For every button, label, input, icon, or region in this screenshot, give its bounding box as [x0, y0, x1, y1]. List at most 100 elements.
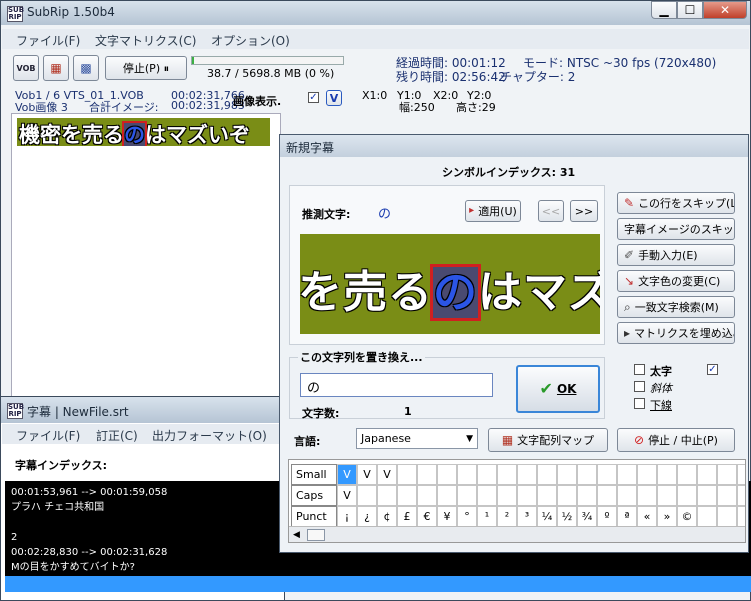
matrix-cell[interactable] — [397, 464, 417, 485]
matrix-cell[interactable] — [577, 464, 597, 485]
matrix-cell[interactable] — [377, 485, 397, 506]
matrix-cell[interactable]: ¢ — [377, 506, 397, 527]
maximize-button[interactable]: ☐ — [677, 1, 703, 19]
matrix-cell[interactable] — [697, 485, 717, 506]
matrix-cell[interactable] — [577, 485, 597, 506]
matrix-cell[interactable]: ª — [617, 506, 637, 527]
matrix-cell[interactable]: » — [657, 506, 677, 527]
menu-file[interactable]: ファイル(F) — [16, 32, 80, 49]
matrix-cell[interactable] — [557, 485, 577, 506]
matrix-cell[interactable] — [517, 464, 537, 485]
matrix-row-header[interactable]: Punct — [291, 506, 337, 527]
srt-menu-output-format[interactable]: 出力フォーマット(O) — [152, 427, 267, 444]
manual-input-button[interactable]: ✐ 手動入力(E) — [617, 244, 735, 266]
matrix-cell[interactable] — [697, 506, 717, 527]
matrix-cell[interactable] — [737, 485, 745, 506]
matrix-cell[interactable] — [677, 485, 697, 506]
matrix-cell[interactable] — [717, 485, 737, 506]
matrix-cell[interactable] — [557, 464, 577, 485]
matrix-cell[interactable]: V — [337, 464, 357, 485]
italic-checkbox[interactable] — [634, 381, 645, 392]
matrix-cell[interactable]: « — [637, 506, 657, 527]
matrix-cell[interactable]: º — [597, 506, 617, 527]
matrix-cell[interactable] — [717, 464, 737, 485]
scroll-left-icon[interactable]: ◀ — [293, 529, 300, 541]
subrip-titlebar[interactable]: SUB RIP SubRip 1.50b4 ▁ ☐ ✕ — [1, 1, 750, 25]
char-map-button[interactable]: ▦ 文字配列マップ — [488, 428, 608, 452]
apply-button[interactable]: ▸ 適用(U) — [465, 200, 521, 222]
ok-button[interactable]: ✔ OK — [516, 365, 600, 413]
matrix-cell[interactable] — [497, 485, 517, 506]
matrix-cell[interactable] — [677, 464, 697, 485]
matrix-cell[interactable] — [597, 485, 617, 506]
matrix-cell[interactable]: ° — [457, 506, 477, 527]
srt-menu-file[interactable]: ファイル(F) — [16, 427, 80, 444]
matrix-button[interactable]: ▩ — [73, 55, 99, 81]
matrix-row-header[interactable]: Small — [291, 464, 337, 485]
matrix-cell[interactable] — [417, 464, 437, 485]
matrix-cell[interactable] — [637, 485, 657, 506]
menu-char-matrix[interactable]: 文字マトリクス(C) — [95, 32, 196, 49]
close-button[interactable]: ✕ — [703, 1, 747, 19]
matrix-row-header[interactable]: Caps — [291, 485, 337, 506]
replace-input[interactable]: の — [300, 373, 493, 397]
matrix-cell[interactable]: ¼ — [537, 506, 557, 527]
minimize-button[interactable]: ▁ — [651, 1, 677, 19]
match-search-button[interactable]: ⌕ 一致文字検索(M) — [617, 296, 735, 318]
matrix-cell[interactable]: ½ — [557, 506, 577, 527]
matrix-cell[interactable] — [497, 464, 517, 485]
matrix-cell[interactable] — [437, 485, 457, 506]
matrix-cell[interactable]: © — [677, 506, 697, 527]
dialog-titlebar[interactable]: 新規字幕 — [280, 135, 748, 157]
prev-button[interactable]: << — [538, 200, 564, 222]
matrix-cell[interactable] — [657, 464, 677, 485]
matrix-cell[interactable]: V — [337, 485, 357, 506]
matrix-cell[interactable] — [637, 464, 657, 485]
matrix-cell[interactable] — [697, 464, 717, 485]
v-toggle-button[interactable]: V — [326, 90, 342, 106]
matrix-cell[interactable] — [537, 464, 557, 485]
skip-line-button[interactable]: ✎ この行をスキップ(L) — [617, 192, 735, 214]
matrix-cell[interactable]: ¥ — [437, 506, 457, 527]
embed-matrix-button[interactable]: ▸ マトリクスを埋め込み — [617, 322, 735, 344]
matrix-scrollbar[interactable]: ◀ — [289, 526, 745, 542]
matrix-cell[interactable] — [397, 485, 417, 506]
matrix-cell[interactable]: ¿ — [357, 506, 377, 527]
next-button[interactable]: >> — [570, 200, 598, 222]
language-select[interactable]: Japanese ▼ — [356, 428, 478, 449]
matrix-cell[interactable]: ¹ — [477, 506, 497, 527]
scroll-thumb[interactable] — [307, 529, 325, 541]
skip-image-button[interactable]: 字幕イメージのスキップ — [617, 218, 735, 240]
bold-checkbox[interactable] — [634, 364, 645, 375]
menu-options[interactable]: オプション(O) — [211, 32, 290, 49]
matrix-cell[interactable]: ² — [497, 506, 517, 527]
srt-menu-correct[interactable]: 訂正(C) — [96, 427, 138, 444]
matrix-cell[interactable] — [477, 485, 497, 506]
stop-abort-button[interactable]: ⊘ 停止 / 中止(P) — [617, 428, 735, 452]
matrix-cell[interactable] — [737, 506, 745, 527]
srt-titlebar[interactable]: SUB RIP 字幕 | NewFile.srt — [1, 397, 284, 423]
matrix-cell[interactable] — [617, 464, 637, 485]
matrix-cell[interactable] — [457, 464, 477, 485]
matrix-cell[interactable] — [437, 464, 457, 485]
matrix-cell[interactable]: V — [357, 464, 377, 485]
matrix-cell[interactable] — [657, 485, 677, 506]
matrix-cell[interactable] — [457, 485, 477, 506]
matrix-cell[interactable]: ¾ — [577, 506, 597, 527]
matrix-cell[interactable]: ¡ — [337, 506, 357, 527]
matrix-cell[interactable] — [537, 485, 557, 506]
matrix-cell[interactable] — [517, 485, 537, 506]
stop-button[interactable]: 停止(P) ⏸ — [105, 56, 187, 80]
matrix-cell[interactable] — [417, 485, 437, 506]
matrix-cell[interactable] — [737, 464, 745, 485]
matrix-cell[interactable] — [597, 464, 617, 485]
matrix-cell[interactable] — [357, 485, 377, 506]
matrix-cell[interactable]: V — [377, 464, 397, 485]
v-checkbox[interactable]: ✓ — [707, 364, 718, 375]
matrix-cell[interactable]: ³ — [517, 506, 537, 527]
matrix-cell[interactable] — [717, 506, 737, 527]
underline-checkbox[interactable] — [634, 398, 645, 409]
matrix-cell[interactable] — [617, 485, 637, 506]
open-vob-button[interactable]: VOB — [13, 55, 39, 81]
change-color-button[interactable]: ↘ 文字色の変更(C) — [617, 270, 735, 292]
